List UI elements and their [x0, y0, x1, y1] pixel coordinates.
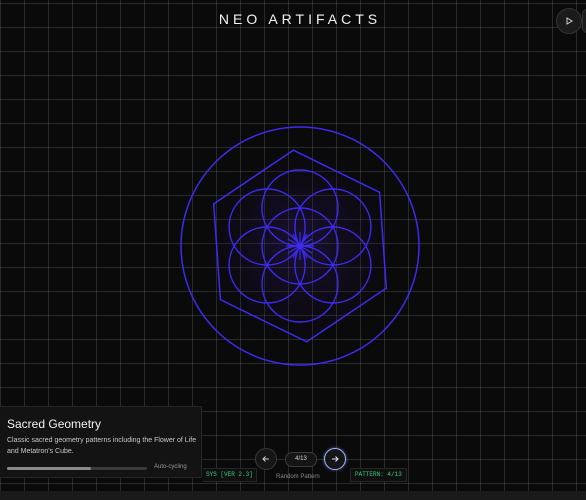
previous-pattern-button[interactable] [255, 448, 277, 470]
next-pattern-button[interactable] [324, 448, 346, 470]
auto-cycle-progress [7, 467, 147, 470]
pattern-counter: 4/13 [285, 452, 317, 467]
auto-cycle-progress-fill [7, 467, 91, 470]
pattern-info-card: Sacred Geometry Classic sacred geometry … [0, 406, 202, 478]
system-version-badge: SYS [VER 2.3] [203, 468, 257, 482]
pattern-status-badge: PATTERN: 4/13 [350, 468, 407, 482]
arrow-right-icon [332, 456, 339, 462]
random-pattern-button[interactable]: Random Pattern [276, 474, 320, 480]
pattern-description: Classic sacred geometry patterns includi… [7, 437, 197, 455]
pattern-title: Sacred Geometry [7, 417, 102, 431]
arrow-left-icon [262, 456, 269, 462]
bottom-bar [0, 491, 586, 500]
auto-cycle-label: Auto-cycling [154, 464, 187, 470]
app-stage: NEO ARTIFACTS Sacred Geometry Classic sa… [0, 0, 586, 500]
